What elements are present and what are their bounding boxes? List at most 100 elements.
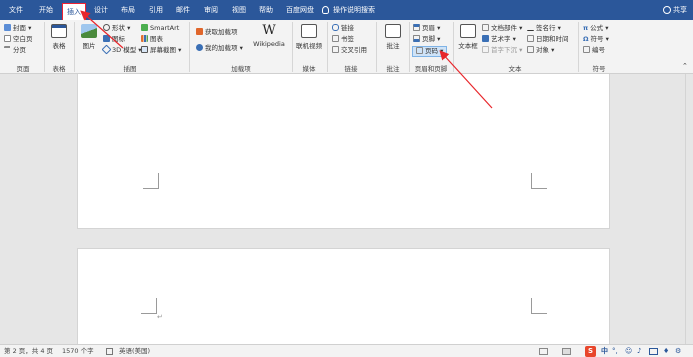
store-icon	[196, 28, 203, 35]
cover-page-button[interactable]: 封面 ▾	[4, 24, 31, 33]
equation-button[interactable]: π 公式 ▾	[583, 24, 609, 33]
smartart-button[interactable]: SmartArt	[141, 24, 179, 33]
group-text-label: 文本	[508, 65, 522, 73]
blank-page-icon	[4, 35, 11, 42]
number-label: 编号	[592, 46, 605, 54]
page-number-button[interactable]: 页码 ▾	[412, 46, 448, 57]
table-button[interactable]: 表格	[48, 24, 70, 50]
tab-references[interactable]: 引用	[145, 0, 167, 20]
textbox-button[interactable]: 文本框	[456, 24, 480, 50]
document-page[interactable]: ↵	[77, 248, 610, 344]
tab-mailings[interactable]: 邮件	[172, 0, 194, 20]
cross-reference-button[interactable]: 交叉引用	[332, 46, 367, 55]
cross-reference-label: 交叉引用	[341, 46, 367, 54]
wordart-button[interactable]: 艺术字 ▾	[482, 35, 516, 44]
group-separator	[189, 22, 190, 72]
tab-home[interactable]: 开始	[35, 0, 57, 20]
number-button[interactable]: 编号	[583, 46, 605, 55]
document-page[interactable]	[77, 74, 610, 229]
proofing-icon[interactable]	[106, 348, 113, 355]
online-video-label: 联机视频	[296, 42, 322, 50]
wikipedia-button[interactable]: W Wikipedia	[251, 24, 287, 49]
footer-icon	[413, 35, 420, 42]
comment-button[interactable]: 批注	[380, 24, 406, 50]
drop-cap-label: 首字下沉	[491, 46, 517, 54]
ime-punctuation-icon[interactable]: °,	[612, 346, 618, 357]
ime-toolbox-icon[interactable]: ⚙	[675, 346, 681, 357]
cube-icon	[101, 44, 112, 55]
page-count[interactable]: 第 2 页，共 4 页	[4, 345, 53, 357]
page-break-button[interactable]: 分页	[4, 46, 26, 55]
3d-models-button[interactable]: 3D 模型 ▾	[101, 44, 142, 55]
keyboard-icon[interactable]	[649, 348, 658, 355]
drop-cap-icon	[482, 46, 489, 53]
blank-page-label: 空白页	[13, 35, 33, 43]
header-button[interactable]: 页眉 ▾	[413, 24, 440, 33]
date-time-label: 日期和时间	[536, 35, 569, 43]
document-area[interactable]: ↵	[0, 74, 693, 344]
get-addins-label: 获取加载项	[205, 28, 238, 36]
emoji-icon[interactable]: ☺	[625, 346, 632, 357]
signature-line-label: 签名行	[536, 24, 556, 32]
group-tables-label: 表格	[52, 65, 66, 73]
read-mode-icon[interactable]	[539, 348, 548, 355]
object-button[interactable]: 对象 ▾	[527, 46, 554, 55]
quick-parts-button[interactable]: 文档部件 ▾	[482, 24, 522, 33]
chart-button[interactable]: 图表	[141, 35, 163, 44]
shapes-button[interactable]: 形状 ▾	[103, 24, 130, 33]
bookmark-button[interactable]: 书签	[332, 35, 354, 44]
calendar-icon	[527, 35, 534, 42]
person-icon	[663, 6, 671, 14]
date-time-button[interactable]: 日期和时间	[527, 35, 569, 44]
link-button[interactable]: 链接	[332, 24, 354, 33]
comment-label: 批注	[386, 42, 400, 50]
group-addins-label: 加载项	[231, 65, 251, 73]
footer-button[interactable]: 页脚 ▾	[413, 35, 440, 44]
tell-me-label: 操作说明搜索	[333, 6, 375, 14]
tab-help[interactable]: 帮助	[255, 0, 277, 20]
page-number-label: 页码	[425, 47, 438, 55]
group-separator	[327, 22, 328, 72]
link-label: 链接	[341, 24, 354, 32]
crop-mark	[531, 173, 547, 189]
vertical-scrollbar[interactable]	[685, 74, 693, 344]
blank-page-button[interactable]: 空白页	[4, 35, 33, 44]
page-break-icon	[4, 46, 11, 53]
symbol-button[interactable]: Ω 符号 ▾	[583, 35, 609, 44]
collapse-ribbon-icon[interactable]: ⌃	[682, 62, 688, 71]
tell-me-search[interactable]: 操作说明搜索	[322, 0, 375, 20]
my-addins-button[interactable]: 我的加载项 ▾	[196, 44, 243, 53]
group-separator	[578, 22, 579, 72]
group-comments-label: 批注	[386, 65, 400, 73]
tab-view[interactable]: 视图	[228, 0, 250, 20]
drop-cap-button[interactable]: 首字下沉 ▾	[482, 46, 522, 55]
tab-baidu-netdisk[interactable]: 百度网盘	[283, 0, 317, 20]
tab-file[interactable]: 文件	[5, 0, 27, 20]
wordart-icon	[482, 35, 489, 42]
ime-chinese-mode[interactable]: 中	[601, 346, 608, 357]
microphone-icon[interactable]: ♪	[637, 346, 641, 357]
language-status[interactable]: 英语(美国)	[119, 345, 150, 357]
share-button[interactable]: 共享	[663, 0, 687, 20]
picture-button[interactable]: 图片	[78, 24, 100, 50]
get-addins-button[interactable]: 获取加载项	[196, 28, 238, 37]
tab-insert[interactable]: 插入	[62, 3, 86, 20]
tab-design[interactable]: 设计	[90, 0, 112, 20]
textbox-icon	[460, 24, 476, 38]
word-count[interactable]: 1570 个字	[62, 345, 94, 357]
icons-button[interactable]: 图标	[103, 35, 125, 44]
print-layout-icon[interactable]	[562, 348, 571, 355]
group-links-label: 链接	[344, 65, 358, 73]
symbol-label: 符号	[590, 35, 604, 43]
tab-review[interactable]: 审阅	[200, 0, 222, 20]
ime-skin-icon[interactable]: ♦	[663, 346, 669, 357]
sogou-ime-icon[interactable]: S	[585, 346, 596, 357]
tab-layout[interactable]: 布局	[117, 0, 139, 20]
signature-line-button[interactable]: 签名行 ▾	[527, 24, 561, 33]
crop-mark	[531, 298, 547, 314]
screenshot-button[interactable]: 屏幕截图 ▾	[141, 46, 181, 55]
icons-icon	[103, 35, 110, 42]
3d-models-label: 3D 模型	[112, 46, 137, 54]
group-separator	[44, 22, 45, 72]
online-video-button[interactable]: 联机视频	[294, 24, 324, 50]
